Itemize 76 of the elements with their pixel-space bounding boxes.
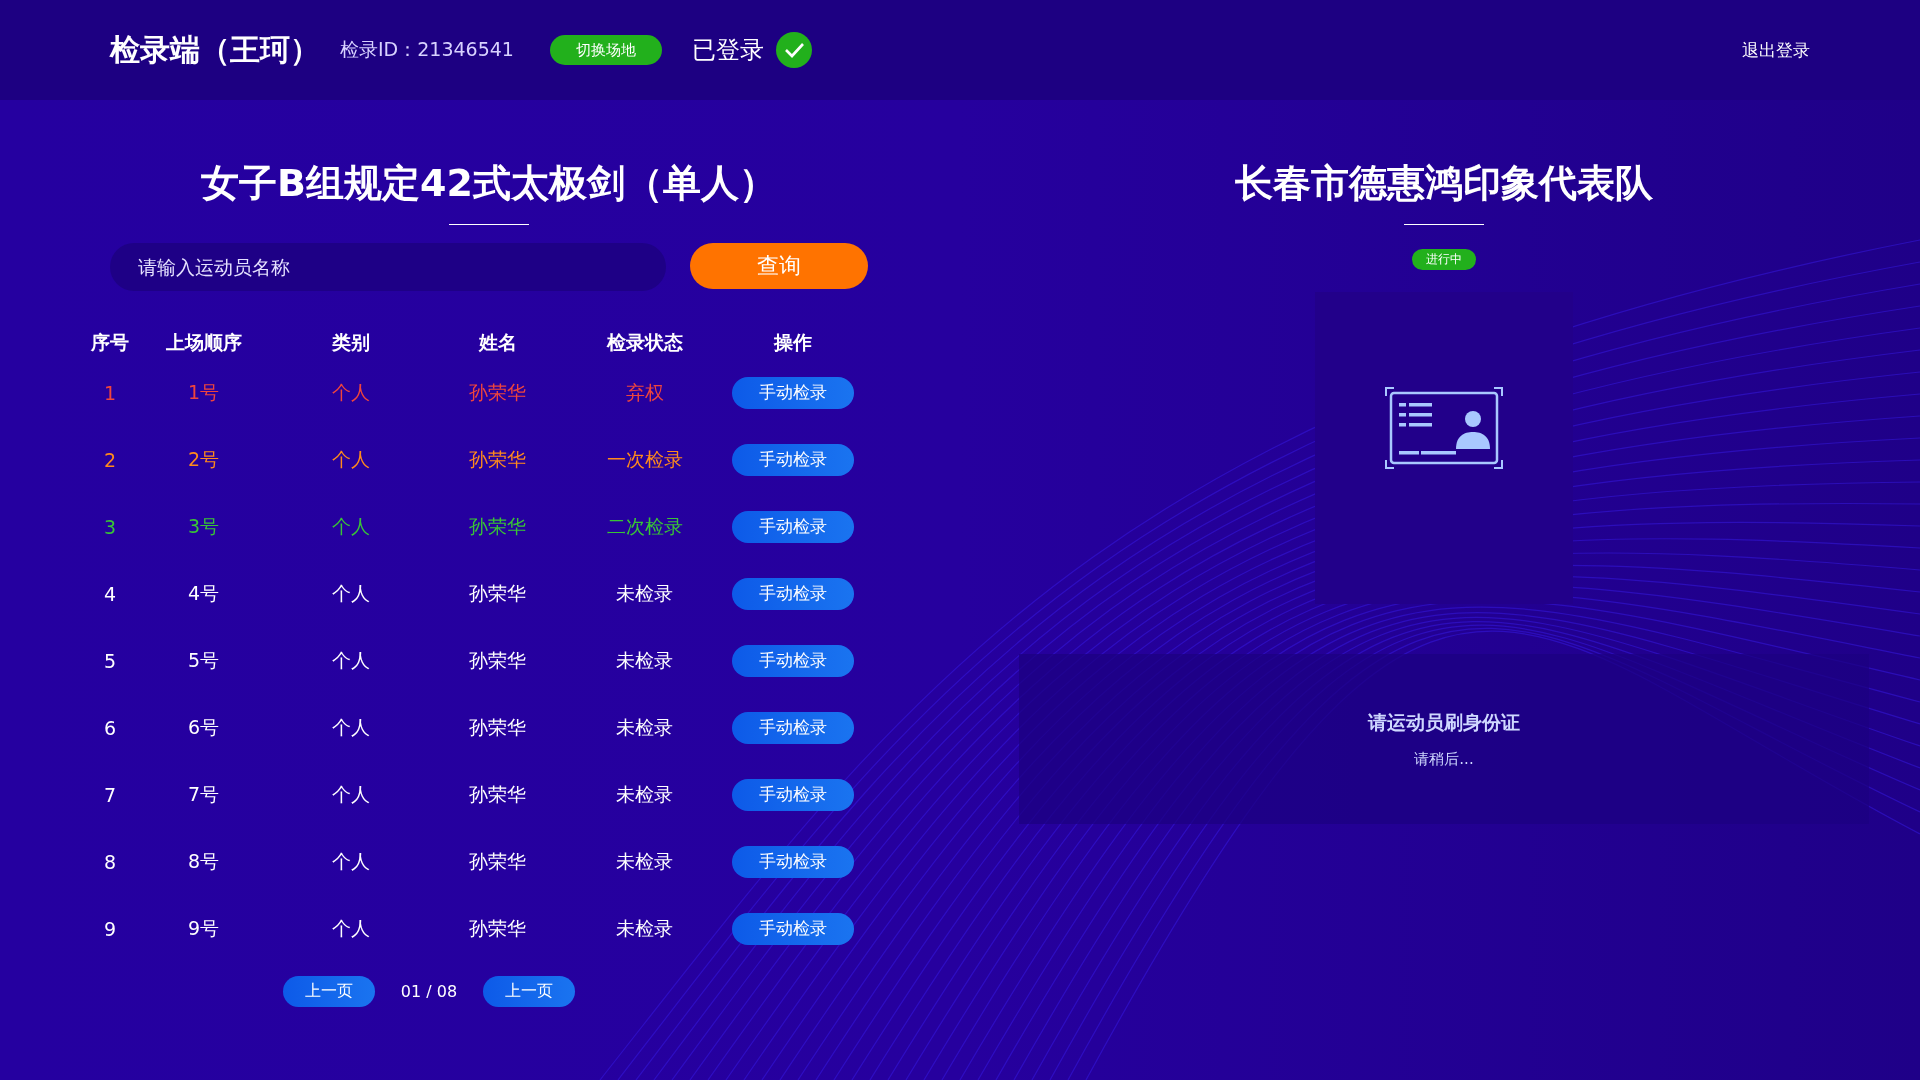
index-cell: 5 [103,649,117,672]
column-header: 上场顺序 [165,330,242,355]
column-header: 检录状态 [606,330,683,355]
order-cell-text: 2号 [187,446,220,472]
name-cell-text: 孙荣华 [469,915,526,941]
manual-check-button[interactable]: 手动检录 [732,577,854,610]
manual-check-button[interactable]: 手动检录 [732,711,854,744]
index-cell: 1 [103,381,117,404]
category-cell-text: 个人 [331,446,370,472]
search-button[interactable]: 查询 [690,243,868,289]
manual-check-button[interactable]: 手动检录 [732,644,854,677]
status-cell-text: 未检录 [616,915,673,941]
column-header: 类别 [331,330,370,355]
status-badge: 进行中 [1412,249,1476,270]
order-cell-text: 4号 [187,580,220,606]
status-cell-text: 未检录 [616,781,673,807]
category-cell-text: 个人 [331,647,370,673]
name-cell-text: 孙荣华 [469,580,526,606]
next-page-button[interactable]: 上一页 [483,976,576,1007]
category-cell-text: 个人 [331,848,370,874]
wait-hint: 请稍后... [1414,749,1474,769]
search-field[interactable]: 请输入运动员名称 [110,243,666,291]
manual-check-button[interactable]: 手动检录 [732,845,854,878]
manual-check-button[interactable]: 手动检录 [732,510,854,543]
order-cell-text: 1号 [187,379,220,405]
status-cell-text: 弃权 [625,379,664,405]
order-cell-text: 8号 [187,848,220,874]
status-cell-text: 未检录 [616,848,673,874]
status-cell-text: 未检录 [616,714,673,740]
category-cell-text: 个人 [331,513,370,539]
name-cell-text: 孙荣华 [469,647,526,673]
id-card-icon [1384,386,1504,470]
swipe-id-prompt: 请运动员刷身份证 [1368,709,1520,735]
name-cell-text: 孙荣华 [469,513,526,539]
category-cell-text: 个人 [331,379,370,405]
order-cell-text: 9号 [187,915,220,941]
manual-check-button[interactable]: 手动检录 [732,778,854,811]
order-cell-text: 6号 [187,714,220,740]
index-cell: 7 [103,783,117,806]
column-header: 姓名 [478,330,517,355]
logout-link[interactable]: 退出登录 [1742,38,1810,62]
order-cell-text: 5号 [187,647,220,673]
manual-check-button[interactable]: 手动检录 [732,443,854,476]
index-cell: 3 [103,515,117,538]
switch-venue-button[interactable]: 切换场地 [549,35,662,65]
name-cell-text: 孙荣华 [469,379,526,405]
manual-check-button[interactable]: 手动检录 [732,376,854,409]
index-cell: 9 [103,917,117,940]
status-cell-text: 未检录 [616,647,673,673]
login-status: 已登录 [691,35,764,66]
status-cell-text: 一次检录 [606,446,683,472]
name-cell-text: 孙荣华 [469,714,526,740]
team-title: 长春市德惠鸿印象代表队 [1235,160,1653,204]
order-cell-text: 7号 [187,781,220,807]
order-cell-text: 3号 [187,513,220,539]
category-cell-text: 个人 [331,714,370,740]
category-cell-text: 个人 [331,580,370,606]
category-cell-text: 个人 [331,915,370,941]
status-cell-text: 未检录 [616,580,673,606]
page-indicator: 01 / 08 [400,982,458,1001]
manual-check-button[interactable]: 手动检录 [732,912,854,945]
index-cell: 8 [103,850,117,873]
app-title: 检录端（王珂） [110,30,320,69]
name-cell-text: 孙荣华 [469,446,526,472]
status-cell-text: 二次检录 [606,513,683,539]
index-cell: 2 [103,448,117,471]
checker-id: 检录ID：21346541 [340,37,514,62]
previous-page-button[interactable]: 上一页 [282,976,375,1007]
name-cell-text: 孙荣华 [469,781,526,807]
name-cell-text: 孙荣华 [469,848,526,874]
category-cell-text: 个人 [331,781,370,807]
index-cell: 6 [103,716,117,739]
column-header: 操作 [774,330,812,355]
column-header: 序号 [91,330,129,355]
index-cell: 4 [103,582,117,605]
event-title: 女子B组规定42式太极剑（单人） [201,160,777,204]
